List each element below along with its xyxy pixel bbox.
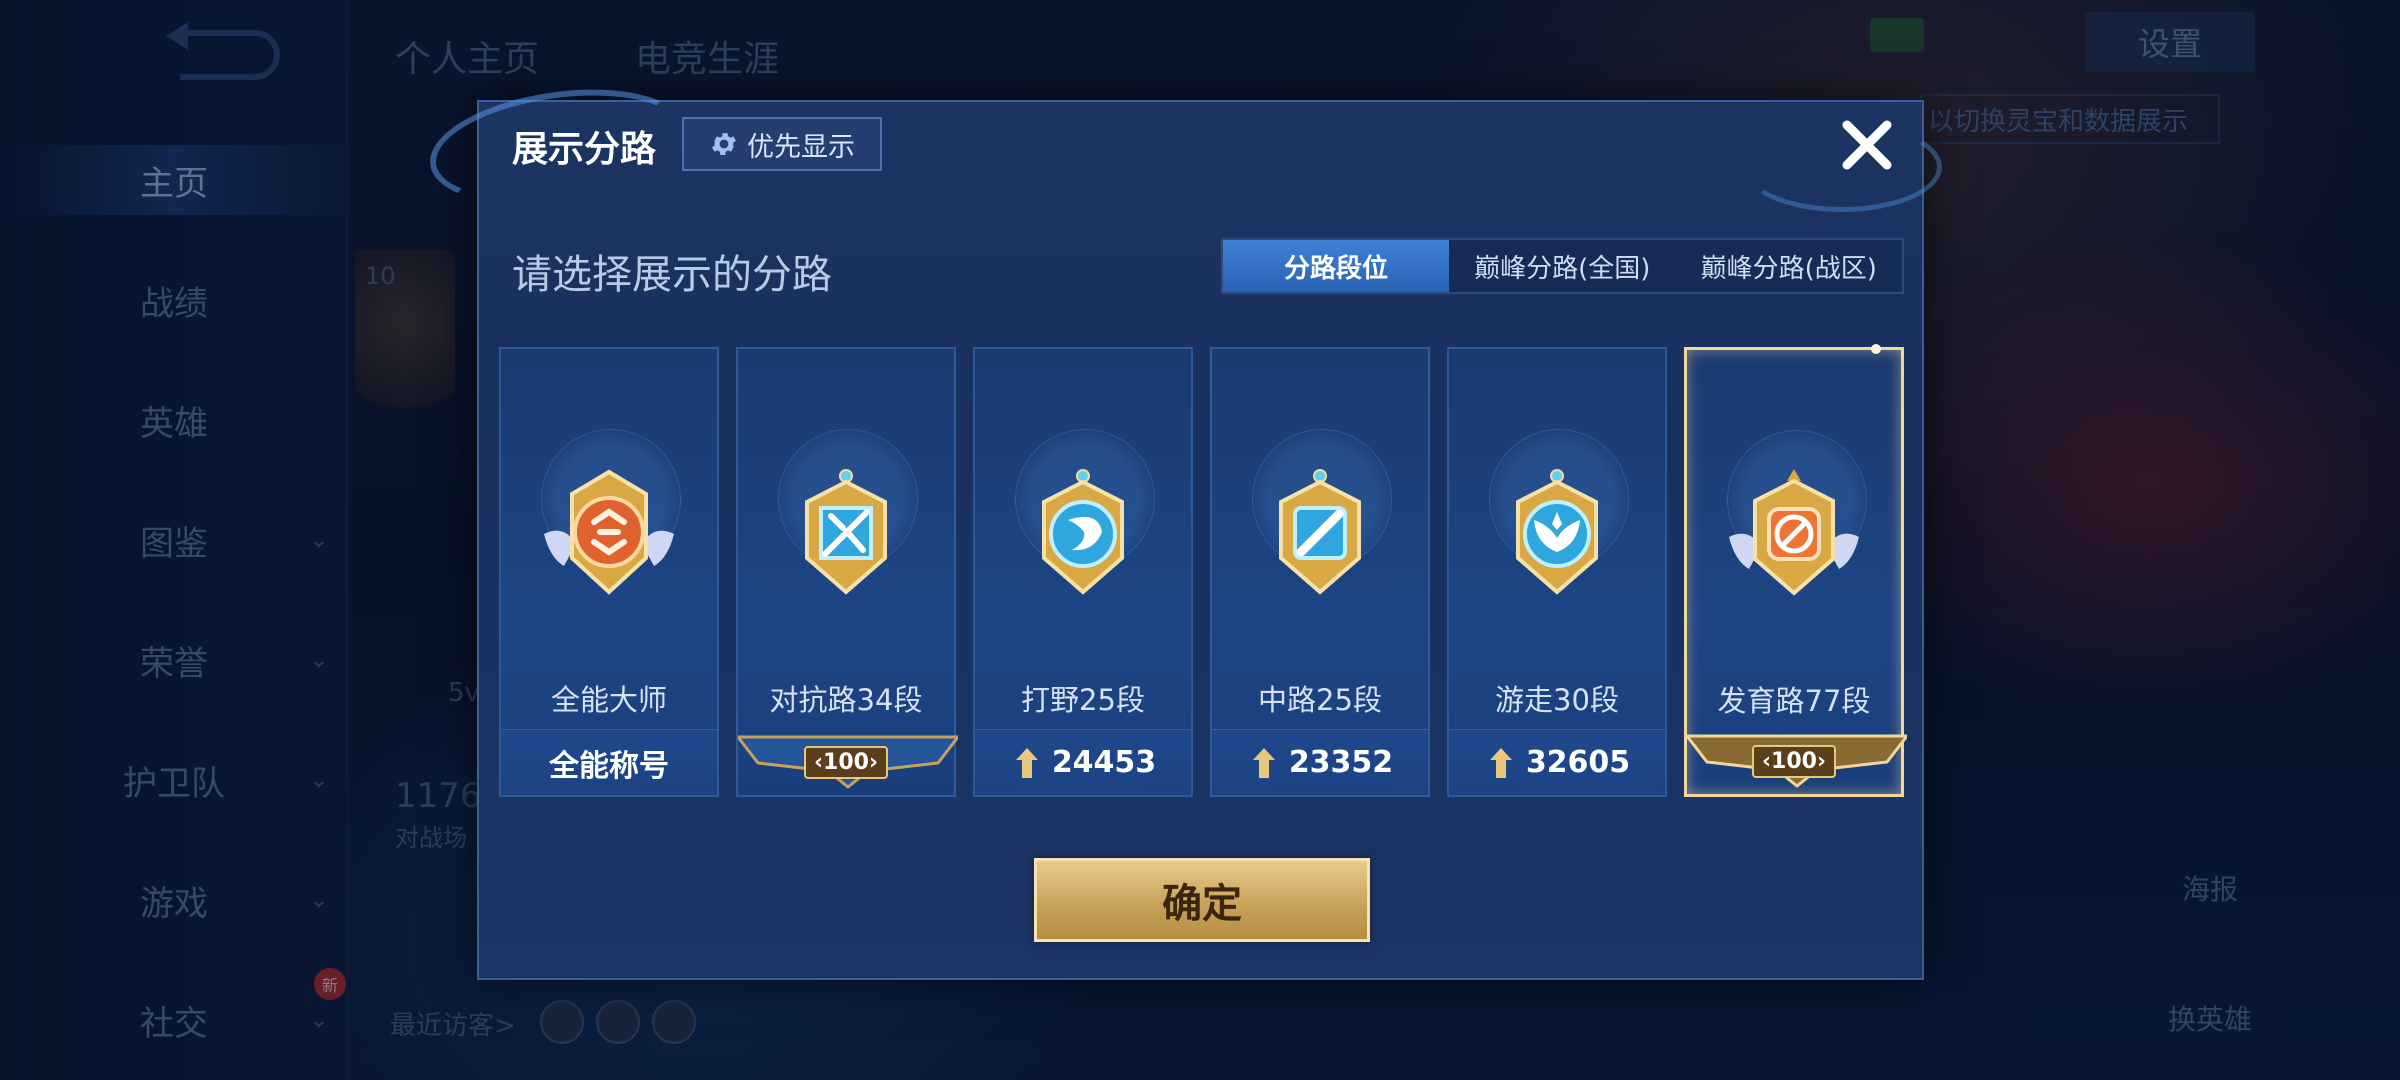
all-round-icon bbox=[544, 469, 674, 595]
lane-cards: 全能大师 全能称号 对抗路34段 ‹100› 打野25段 24453 中路25段… bbox=[499, 344, 1909, 797]
lane-card-jungle[interactable]: 打野25段 24453 bbox=[973, 347, 1193, 797]
jungle-icon bbox=[1042, 469, 1124, 595]
tab-lane-rank[interactable]: 分路段位 bbox=[1223, 240, 1449, 292]
mid-lane-icon bbox=[1279, 469, 1361, 595]
priority-label: 优先显示 bbox=[747, 131, 855, 163]
lane-card-mid[interactable]: 中路25段 23352 bbox=[1210, 347, 1430, 797]
lane-card-all-round[interactable]: 全能大师 全能称号 bbox=[499, 347, 719, 797]
lane-card-farm[interactable]: 发育路77段 ‹100› bbox=[1684, 344, 1907, 797]
lane-card-clash[interactable]: 对抗路34段 ‹100› bbox=[736, 347, 958, 797]
confirm-button[interactable]: 确定 bbox=[1034, 858, 1370, 942]
rank-number: ‹100› bbox=[1751, 744, 1837, 778]
tab-peak-region[interactable]: 巅峰分路(战区) bbox=[1676, 240, 1903, 292]
clash-lane-icon bbox=[805, 469, 887, 595]
lane-footer: 24453 bbox=[975, 729, 1191, 795]
lane-footer: 全能称号 bbox=[501, 729, 717, 795]
close-button[interactable] bbox=[1834, 112, 1900, 178]
lane-label: 全能大师 bbox=[550, 683, 667, 717]
rank-number: ‹100› bbox=[803, 745, 889, 779]
farm-lane-icon bbox=[1729, 469, 1859, 596]
lane-label: 中路25段 bbox=[1258, 683, 1382, 717]
lane-label: 游走30段 bbox=[1495, 683, 1619, 717]
score-value: 23352 bbox=[1288, 745, 1394, 780]
lane-label: 打野25段 bbox=[1021, 683, 1145, 717]
lane-footer: ‹100› bbox=[1687, 728, 1907, 794]
dialog-title: 展示分路 bbox=[512, 129, 657, 170]
close-icon bbox=[1842, 120, 1892, 170]
peak-score-icon bbox=[1252, 747, 1275, 778]
score-value: 32605 bbox=[1525, 745, 1631, 780]
dialog-subtitle: 请选择展示的分路 bbox=[512, 252, 832, 298]
lane-label: 发育路77段 bbox=[1717, 684, 1871, 718]
tab-peak-national[interactable]: 巅峰分路(全国) bbox=[1449, 240, 1676, 292]
peak-score-icon bbox=[1015, 747, 1038, 778]
roam-icon bbox=[1516, 469, 1598, 595]
display-mode-tabs: 分路段位 巅峰分路(全国) 巅峰分路(战区) bbox=[1221, 238, 1904, 294]
peak-score-icon bbox=[1489, 747, 1512, 778]
lane-footer: ‹100› bbox=[738, 729, 958, 795]
lane-label: 对抗路34段 bbox=[769, 683, 923, 717]
gear-icon bbox=[712, 133, 736, 155]
lane-display-dialog: 展示分路 优先显示 请选择展示的分路 分路段位 巅峰分路(全国) 巅峰分路(战区… bbox=[422, 74, 1942, 980]
footer-text: 全能称号 bbox=[549, 748, 669, 784]
lane-card-roam[interactable]: 游走30段 32605 bbox=[1447, 347, 1667, 797]
priority-display-button[interactable]: 优先显示 bbox=[682, 117, 882, 171]
lane-footer: 23352 bbox=[1212, 729, 1428, 795]
lane-footer: 32605 bbox=[1449, 729, 1665, 795]
score-value: 24453 bbox=[1051, 745, 1157, 780]
